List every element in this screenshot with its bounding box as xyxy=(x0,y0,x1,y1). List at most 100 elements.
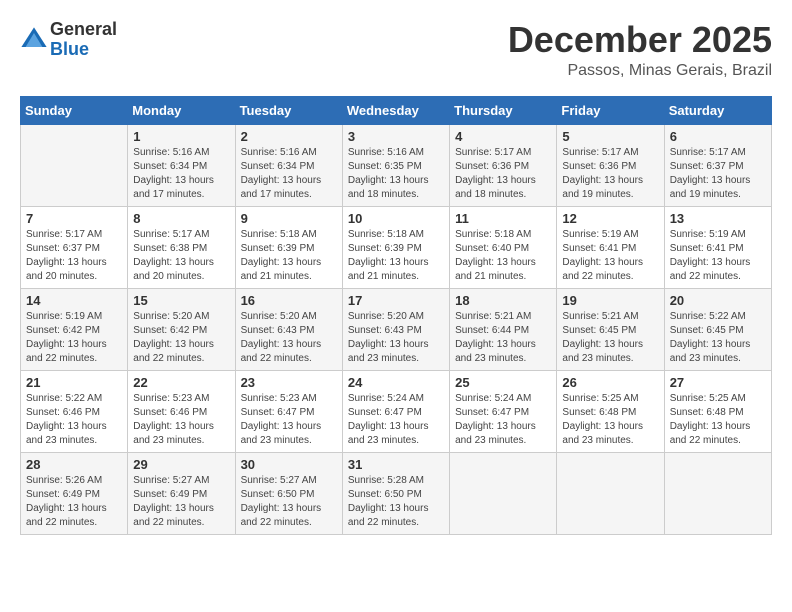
calendar-cell: 23Sunrise: 5:23 AM Sunset: 6:47 PM Dayli… xyxy=(235,370,342,452)
header-sunday: Sunday xyxy=(21,96,128,124)
calendar-cell: 7Sunrise: 5:17 AM Sunset: 6:37 PM Daylig… xyxy=(21,206,128,288)
calendar-cell: 31 Sunrise: 5:28 AM Sunset: 6:50 PM Dayli… xyxy=(342,452,449,534)
day-info: Sunrise: 5:17 AM Sunset: 6:37 PM Dayligh… xyxy=(670,146,766,202)
day-info: Sunrise: 5:17 AM Sunset: 6:36 PM Dayligh… xyxy=(562,146,658,202)
day-number: 17 xyxy=(348,293,444,308)
calendar-cell: 11 Sunrise: 5:18 AM Sunset: 6:40 PM Dayli… xyxy=(450,206,557,288)
day-number: 15 xyxy=(133,293,229,308)
day-number: 20 xyxy=(670,293,766,308)
day-info: Sunrise: 5:22 AM Sunset: 6:46 PM Dayligh… xyxy=(26,392,122,448)
header-wednesday: Wednesday xyxy=(342,96,449,124)
day-info: Sunrise: 5:16 AM Sunset: 6:34 PM Dayligh… xyxy=(241,146,337,202)
day-info: Sunrise: 5:21 AM Sunset: 6:44 PM Dayligh… xyxy=(455,310,551,366)
calendar-cell: 4 Sunrise: 5:17 AM Sunset: 6:36 PM Daylig… xyxy=(450,124,557,206)
title-section: December 2025 Passos, Minas Gerais, Braz… xyxy=(508,20,772,80)
day-info: Sunrise: 5:16 AM Sunset: 6:35 PM Dayligh… xyxy=(348,146,444,202)
month-title: December 2025 xyxy=(508,20,772,60)
day-number: 14 xyxy=(26,293,122,308)
day-number: 1 xyxy=(133,129,229,144)
day-info: Sunrise: 5:25 AM Sunset: 6:48 PM Dayligh… xyxy=(670,392,766,448)
calendar-cell: 22 Sunrise: 5:23 AM Sunset: 6:46 PM Dayli… xyxy=(128,370,235,452)
day-info: Sunrise: 5:27 AM Sunset: 6:49 PM Dayligh… xyxy=(133,474,229,530)
day-info: Sunrise: 5:17 AM Sunset: 6:36 PM Dayligh… xyxy=(455,146,551,202)
day-info: Sunrise: 5:24 AM Sunset: 6:47 PM Dayligh… xyxy=(348,392,444,448)
day-info: Sunrise: 5:19 AM Sunset: 6:42 PM Dayligh… xyxy=(26,310,122,366)
calendar-header-row: SundayMondayTuesdayWednesdayThursdayFrid… xyxy=(21,96,772,124)
day-number: 25 xyxy=(455,375,551,390)
day-number: 9 xyxy=(241,211,337,226)
page-header: General Blue December 2025 Passos, Minas… xyxy=(20,20,772,80)
calendar-cell: 30Sunrise: 5:27 AM Sunset: 6:50 PM Dayli… xyxy=(235,452,342,534)
day-number: 10 xyxy=(348,211,444,226)
day-info: Sunrise: 5:26 AM Sunset: 6:49 PM Dayligh… xyxy=(26,474,122,530)
logo-text: General Blue xyxy=(50,20,117,60)
location: Passos, Minas Gerais, Brazil xyxy=(508,62,772,80)
day-info: Sunrise: 5:20 AM Sunset: 6:42 PM Dayligh… xyxy=(133,310,229,366)
day-info: Sunrise: 5:16 AM Sunset: 6:34 PM Dayligh… xyxy=(133,146,229,202)
calendar-cell: 5 Sunrise: 5:17 AM Sunset: 6:36 PM Daylig… xyxy=(557,124,664,206)
day-number: 13 xyxy=(670,211,766,226)
calendar-cell: 2 Sunrise: 5:16 AM Sunset: 6:34 PM Daylig… xyxy=(235,124,342,206)
day-number: 4 xyxy=(455,129,551,144)
day-info: Sunrise: 5:27 AM Sunset: 6:50 PM Dayligh… xyxy=(241,474,337,530)
day-info: Sunrise: 5:25 AM Sunset: 6:48 PM Dayligh… xyxy=(562,392,658,448)
calendar-cell: 13 Sunrise: 5:19 AM Sunset: 6:41 PM Dayli… xyxy=(664,206,771,288)
calendar-week-row: 14 Sunrise: 5:19 AM Sunset: 6:42 PM Dayli… xyxy=(21,288,772,370)
header-saturday: Saturday xyxy=(664,96,771,124)
calendar-week-row: 1 Sunrise: 5:16 AM Sunset: 6:34 PM Daylig… xyxy=(21,124,772,206)
day-info: Sunrise: 5:18 AM Sunset: 6:40 PM Dayligh… xyxy=(455,228,551,284)
day-number: 24 xyxy=(348,375,444,390)
calendar-cell: 27 Sunrise: 5:25 AM Sunset: 6:48 PM Dayli… xyxy=(664,370,771,452)
calendar-cell: 18 Sunrise: 5:21 AM Sunset: 6:44 PM Dayli… xyxy=(450,288,557,370)
day-info: Sunrise: 5:21 AM Sunset: 6:45 PM Dayligh… xyxy=(562,310,658,366)
calendar-cell: 8Sunrise: 5:17 AM Sunset: 6:38 PM Daylig… xyxy=(128,206,235,288)
day-info: Sunrise: 5:17 AM Sunset: 6:37 PM Dayligh… xyxy=(26,228,122,284)
calendar-cell: 6Sunrise: 5:17 AM Sunset: 6:37 PM Daylig… xyxy=(664,124,771,206)
logo: General Blue xyxy=(20,20,117,60)
header-friday: Friday xyxy=(557,96,664,124)
header-tuesday: Tuesday xyxy=(235,96,342,124)
day-number: 11 xyxy=(455,211,551,226)
day-number: 31 xyxy=(348,457,444,472)
day-number: 28 xyxy=(26,457,122,472)
day-info: Sunrise: 5:20 AM Sunset: 6:43 PM Dayligh… xyxy=(348,310,444,366)
calendar-cell xyxy=(450,452,557,534)
day-number: 18 xyxy=(455,293,551,308)
calendar-cell: 29 Sunrise: 5:27 AM Sunset: 6:49 PM Dayli… xyxy=(128,452,235,534)
calendar-cell: 3Sunrise: 5:16 AM Sunset: 6:35 PM Daylig… xyxy=(342,124,449,206)
day-info: Sunrise: 5:18 AM Sunset: 6:39 PM Dayligh… xyxy=(241,228,337,284)
day-info: Sunrise: 5:18 AM Sunset: 6:39 PM Dayligh… xyxy=(348,228,444,284)
calendar-cell: 28 Sunrise: 5:26 AM Sunset: 6:49 PM Dayli… xyxy=(21,452,128,534)
calendar-cell: 16 Sunrise: 5:20 AM Sunset: 6:43 PM Dayli… xyxy=(235,288,342,370)
logo-blue: Blue xyxy=(50,40,117,60)
calendar-cell: 10 Sunrise: 5:18 AM Sunset: 6:39 PM Dayli… xyxy=(342,206,449,288)
day-number: 29 xyxy=(133,457,229,472)
day-info: Sunrise: 5:23 AM Sunset: 6:46 PM Dayligh… xyxy=(133,392,229,448)
day-number: 19 xyxy=(562,293,658,308)
day-number: 21 xyxy=(26,375,122,390)
day-info: Sunrise: 5:19 AM Sunset: 6:41 PM Dayligh… xyxy=(670,228,766,284)
day-number: 26 xyxy=(562,375,658,390)
calendar-cell xyxy=(557,452,664,534)
calendar-cell: 14 Sunrise: 5:19 AM Sunset: 6:42 PM Dayli… xyxy=(21,288,128,370)
calendar-cell: 20 Sunrise: 5:22 AM Sunset: 6:45 PM Dayli… xyxy=(664,288,771,370)
day-info: Sunrise: 5:20 AM Sunset: 6:43 PM Dayligh… xyxy=(241,310,337,366)
day-number: 5 xyxy=(562,129,658,144)
day-number: 2 xyxy=(241,129,337,144)
calendar-table: SundayMondayTuesdayWednesdayThursdayFrid… xyxy=(20,96,772,535)
calendar-cell: 15 Sunrise: 5:20 AM Sunset: 6:42 PM Dayli… xyxy=(128,288,235,370)
day-number: 22 xyxy=(133,375,229,390)
day-info: Sunrise: 5:19 AM Sunset: 6:41 PM Dayligh… xyxy=(562,228,658,284)
day-info: Sunrise: 5:24 AM Sunset: 6:47 PM Dayligh… xyxy=(455,392,551,448)
day-info: Sunrise: 5:22 AM Sunset: 6:45 PM Dayligh… xyxy=(670,310,766,366)
day-info: Sunrise: 5:28 AM Sunset: 6:50 PM Dayligh… xyxy=(348,474,444,530)
day-number: 27 xyxy=(670,375,766,390)
header-thursday: Thursday xyxy=(450,96,557,124)
day-number: 12 xyxy=(562,211,658,226)
day-info: Sunrise: 5:23 AM Sunset: 6:47 PM Dayligh… xyxy=(241,392,337,448)
calendar-cell: 24 Sunrise: 5:24 AM Sunset: 6:47 PM Dayli… xyxy=(342,370,449,452)
calendar-week-row: 21 Sunrise: 5:22 AM Sunset: 6:46 PM Dayli… xyxy=(21,370,772,452)
calendar-cell: 21 Sunrise: 5:22 AM Sunset: 6:46 PM Dayli… xyxy=(21,370,128,452)
day-number: 16 xyxy=(241,293,337,308)
logo-general: General xyxy=(50,20,117,40)
